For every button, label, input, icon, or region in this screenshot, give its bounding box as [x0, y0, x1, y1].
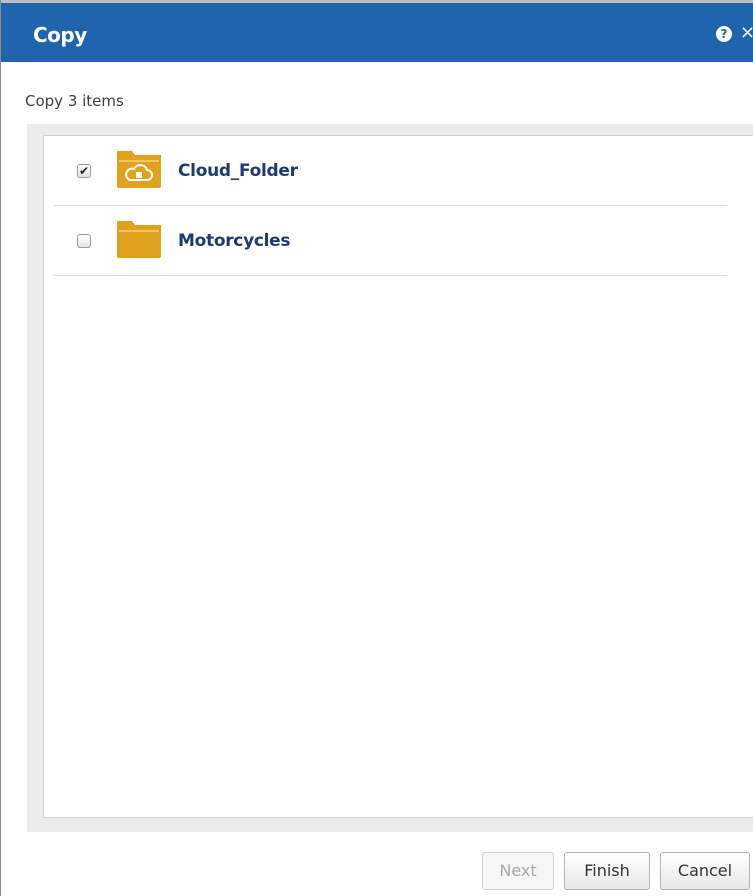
- dialog-titlebar[interactable]: Copy ? ×: [1, 0, 753, 62]
- close-icon[interactable]: ×: [740, 22, 753, 43]
- dialog-title: Copy: [33, 23, 87, 47]
- help-icon[interactable]: ?: [716, 26, 732, 42]
- folder-row-motorcycles[interactable]: Motorcycles: [54, 207, 727, 276]
- folder-name[interactable]: Cloud_Folder: [178, 161, 298, 181]
- folder-row-cloud-folder[interactable]: ✔ Cloud_Folder: [54, 137, 727, 206]
- next-button[interactable]: Next: [482, 852, 554, 890]
- copy-item-count: Copy 3 items: [25, 92, 124, 110]
- finish-button[interactable]: Finish: [564, 852, 650, 890]
- folder-name[interactable]: Motorcycles: [178, 231, 291, 251]
- folder-checkbox[interactable]: ✔: [77, 164, 91, 178]
- folder-checkbox[interactable]: [77, 234, 91, 248]
- cloud-folder-icon: [117, 151, 161, 188]
- copy-dialog: Copy ? × Copy 3 items ✔ Cloud_Folder Mot…: [0, 0, 753, 896]
- cancel-button[interactable]: Cancel: [660, 852, 750, 890]
- folder-icon: [117, 221, 161, 258]
